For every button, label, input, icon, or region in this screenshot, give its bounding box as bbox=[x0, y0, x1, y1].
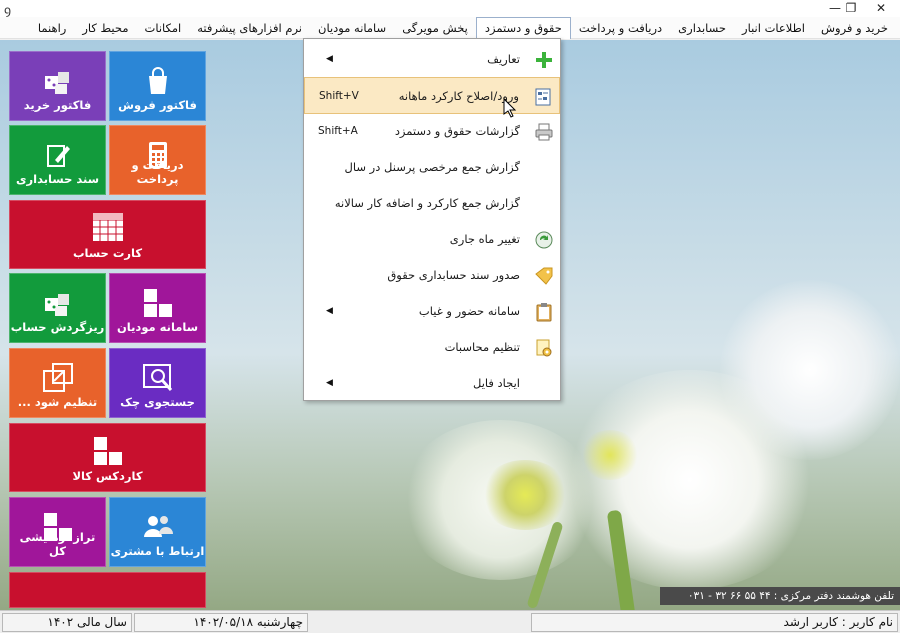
phone-banner: تلفن هوشمند دفتر مرکزی : ۴۴ ۵۵ ۶۶ ۳۲ - ۰… bbox=[660, 587, 900, 605]
search-window-icon bbox=[142, 364, 172, 392]
menu-sales[interactable]: خرید و فروش bbox=[813, 17, 896, 39]
payroll-dropdown-menu: تعاریف ◀ ورود/اصلاح کارکرد ماهانه Shift+… bbox=[303, 38, 561, 401]
menu-item-attendance-system[interactable]: سامانه حضور و غیاب ◀ bbox=[304, 293, 560, 330]
mouse-cursor-icon bbox=[503, 98, 517, 118]
menu-workspace[interactable]: محیط کار bbox=[74, 17, 136, 39]
tile-customer-relations[interactable]: ارتباط با مشتری bbox=[109, 497, 206, 567]
menu-item-create-file[interactable]: ایجاد فایل ◀ bbox=[304, 365, 560, 402]
menu-item-annual-work-overtime-report[interactable]: گزارش جمع کارکرد و اضافه کار سالانه bbox=[304, 185, 560, 222]
menu-payroll[interactable]: حقوق و دستمزد bbox=[475, 16, 571, 39]
menu-distribution[interactable]: پخش مویرگی bbox=[394, 17, 476, 39]
menu-advanced-software[interactable]: نرم افزارهای پیشرفته bbox=[189, 17, 310, 39]
app-logo-icon: ꝯ bbox=[4, 3, 12, 17]
grid-table-icon bbox=[92, 213, 123, 241]
tile-sales-invoice[interactable]: فاکتور فروش bbox=[109, 51, 206, 121]
menu-item-definitions[interactable]: تعاریف ◀ bbox=[304, 41, 560, 78]
maximize-button[interactable]: ❐ bbox=[836, 0, 866, 17]
tile-account-details[interactable]: ریزگردش حساب bbox=[9, 273, 106, 343]
menu-bar: خرید و فروش اطلاعات انبار حسابداری دریاف… bbox=[0, 16, 900, 39]
menu-inventory[interactable]: اطلاعات انبار bbox=[734, 17, 813, 39]
pen-doc-icon bbox=[46, 145, 70, 167]
shopping-bag-icon bbox=[148, 67, 167, 94]
refresh-icon bbox=[535, 231, 553, 249]
tile-check-search[interactable]: جستجوی چک bbox=[109, 348, 206, 418]
blocks-icon bbox=[143, 289, 172, 317]
submenu-arrow-icon: ◀ bbox=[326, 54, 333, 64]
status-user: نام کاربر : کاربر ارشد bbox=[531, 613, 898, 632]
tile-account-card[interactable]: کارت حساب bbox=[9, 200, 206, 269]
submenu-arrow-icon: ◀ bbox=[326, 378, 333, 388]
tile-partial[interactable] bbox=[9, 572, 206, 608]
settings-doc-icon bbox=[536, 339, 552, 357]
external-window-icon bbox=[42, 363, 73, 392]
clipboard-icon bbox=[536, 303, 552, 322]
menu-item-calculation-settings[interactable]: تنظیم محاسبات bbox=[304, 329, 560, 366]
menu-taxpayer-system[interactable]: سامانه مودیان bbox=[310, 17, 394, 39]
tag-icon bbox=[535, 267, 553, 285]
submenu-arrow-icon: ◀ bbox=[326, 306, 333, 316]
menu-accounting[interactable]: حسابداری bbox=[670, 17, 734, 39]
dice-cubes-icon bbox=[44, 72, 69, 94]
tile-goods-cardex[interactable]: کاردکس کالا bbox=[9, 423, 206, 492]
tile-trial-balance[interactable]: تراز آزمایشی کل bbox=[9, 497, 106, 567]
printer-icon bbox=[535, 123, 553, 141]
status-fiscal-year: سال مالی ۱۴۰۲ bbox=[2, 613, 132, 632]
menu-item-change-current-month[interactable]: تغییر ماه جاری bbox=[304, 221, 560, 258]
status-date: چهارشنبه ۱۴۰۲/۰۵/۱۸ bbox=[134, 613, 308, 632]
tile-taxpayer-system[interactable]: سامانه مودیان bbox=[109, 273, 206, 343]
plus-icon bbox=[536, 52, 552, 68]
menu-item-issue-payroll-document[interactable]: صدور سند حسابداری حقوق bbox=[304, 257, 560, 294]
form-icon bbox=[535, 88, 551, 106]
menu-item-monthly-work-entry[interactable]: ورود/اصلاح کارکرد ماهانه Shift+V bbox=[304, 77, 560, 114]
menu-features[interactable]: امکانات bbox=[137, 17, 190, 39]
tile-configure[interactable]: تنظیم شود ... bbox=[9, 348, 106, 418]
tile-purchase-invoice[interactable]: فاکتور خرید bbox=[9, 51, 106, 121]
blocks-icon bbox=[93, 437, 122, 465]
title-bar: ꝯ — ❐ ✕ bbox=[0, 0, 900, 17]
menu-item-payroll-reports[interactable]: گزارشات حقوق و دستمزد Shift+A bbox=[304, 113, 560, 150]
close-button[interactable]: ✕ bbox=[866, 0, 896, 17]
menu-receipt-payment[interactable]: دریافت و پرداخت bbox=[571, 17, 670, 39]
tile-accounting-document[interactable]: سند حسابداری bbox=[9, 125, 106, 195]
tile-receipt-payment[interactable]: دریافت و پرداخت bbox=[109, 125, 206, 195]
menu-help[interactable]: راهنما bbox=[30, 17, 74, 39]
dice-cubes-icon bbox=[44, 294, 69, 316]
status-bar: نام کاربر : کاربر ارشد چهارشنبه ۱۴۰۲/۰۵/… bbox=[0, 610, 900, 633]
users-icon bbox=[143, 516, 173, 537]
menu-item-annual-leave-report[interactable]: گزارش جمع مرخصی پرسنل در سال bbox=[304, 149, 560, 186]
